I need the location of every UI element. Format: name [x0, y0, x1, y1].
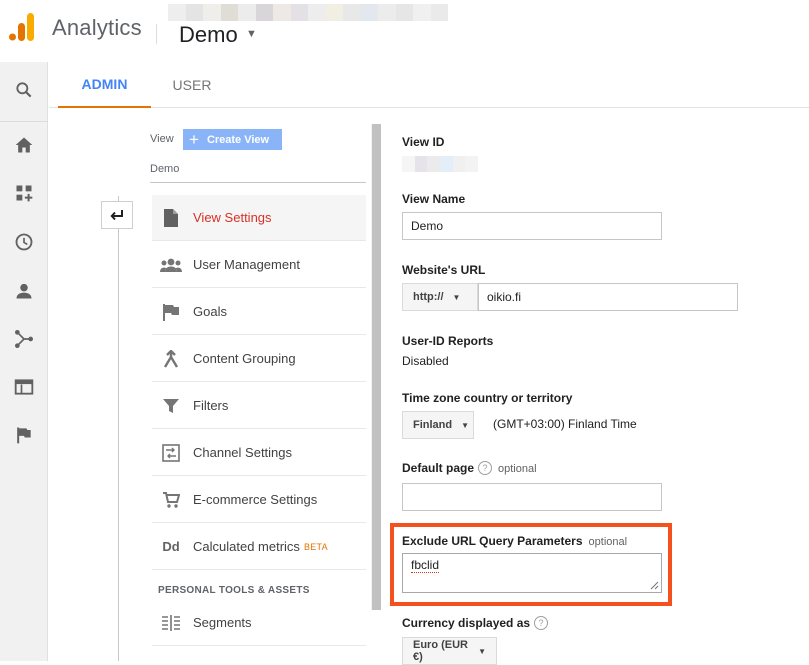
back-arrow-icon [110, 210, 123, 221]
tab-admin[interactable]: ADMIN [58, 62, 151, 108]
segments-icon [160, 612, 182, 634]
filter-icon [160, 395, 182, 417]
grouping-icon [160, 348, 182, 370]
protocol-dropdown[interactable]: http:// ▼ [402, 283, 478, 311]
optional-tag: optional [588, 536, 628, 548]
dd-icon: Dd [162, 539, 180, 554]
menu-item-label: View Settings [193, 210, 272, 225]
view-name-label: View Name [402, 192, 466, 206]
help-icon[interactable]: ? [534, 616, 549, 630]
timezone-country-dropdown[interactable]: Finland ▼ [402, 411, 474, 439]
view-name-input[interactable]: Demo [402, 212, 662, 240]
title-divider [156, 24, 157, 44]
menu-item-label: E-commerce Settings [193, 492, 318, 507]
menu-item-label: Goals [193, 304, 227, 319]
default-page-input[interactable] [402, 483, 662, 511]
beta-badge: BETA [303, 541, 328, 552]
channel-icon [160, 442, 182, 464]
redacted-view-id [402, 156, 479, 172]
resize-grip-icon[interactable] [649, 580, 659, 590]
menu-item-user-management[interactable]: User Management [152, 242, 366, 288]
menu-item-ecommerce-settings[interactable]: E-commerce Settings [152, 477, 366, 523]
menu-item-label: User Management [193, 257, 300, 272]
exclude-params-value: fbclid [411, 558, 440, 573]
caret-down-icon: ▼ [452, 292, 461, 302]
exclude-params-label: Exclude URL Query Parameters optional [402, 534, 627, 548]
user-id-reports-label: User-ID Reports [402, 334, 494, 348]
create-view-label: Create View [206, 133, 270, 146]
redacted-account-info [168, 4, 448, 21]
people-icon [160, 254, 182, 276]
menu-item-content-grouping[interactable]: Content Grouping [152, 336, 366, 382]
tree-connector-line [118, 196, 119, 661]
currency-label-text: Currency displayed as [402, 616, 531, 630]
acquisition-icon[interactable] [0, 317, 48, 361]
customization-icon[interactable] [0, 171, 48, 215]
menu-item-label: Segments [193, 615, 252, 630]
menu-item-view-settings[interactable]: View Settings [152, 195, 366, 241]
account-selector[interactable]: Demo [179, 22, 238, 48]
menu-item-calculated-metrics[interactable]: Dd Calculated metrics BETA [152, 524, 366, 570]
menu-item-goals[interactable]: Goals [152, 289, 366, 335]
optional-tag: optional [498, 463, 537, 475]
default-page-label: Default page? optional [402, 461, 537, 475]
website-url-input[interactable]: oikio.fi [478, 283, 738, 311]
clock-icon[interactable] [0, 220, 48, 264]
search-icon[interactable] [0, 68, 48, 112]
timezone-value[interactable]: (GMT+03:00) Finland Time [493, 417, 637, 431]
user-id-reports-value: Disabled [402, 354, 449, 368]
website-url-label: Website's URL [402, 263, 486, 277]
protocol-value: http:// [413, 291, 444, 303]
view-selector-underline [150, 182, 366, 183]
plus-icon: + [189, 130, 199, 149]
menu-item-channel-settings[interactable]: Channel Settings [152, 430, 366, 476]
view-selector[interactable]: Demo [150, 163, 179, 175]
behavior-icon[interactable] [0, 365, 48, 409]
home-icon[interactable] [0, 123, 48, 167]
menu-item-label: Filters [193, 398, 229, 413]
caret-down-icon: ▼ [478, 646, 486, 656]
flag-icon [160, 301, 182, 323]
menu-item-filters[interactable]: Filters [152, 383, 366, 429]
cart-icon [160, 489, 182, 511]
tab-user[interactable]: USER [152, 62, 232, 108]
product-name: Analytics [52, 15, 142, 40]
personal-tools-heading: PERSONAL TOOLS & ASSETS [158, 585, 310, 596]
left-rail [0, 62, 48, 661]
default-page-label-text: Default page [402, 461, 475, 475]
create-view-button[interactable]: + Create View [183, 129, 282, 150]
timezone-label: Time zone country or territory [402, 391, 573, 405]
menu-item-segments[interactable]: Segments [152, 600, 366, 646]
flag-icon[interactable] [0, 413, 48, 457]
menu-item-label: Content Grouping [193, 351, 296, 366]
view-label: View [150, 133, 174, 145]
back-button[interactable] [101, 201, 133, 229]
caret-down-icon: ▼ [461, 420, 470, 430]
document-icon [160, 207, 182, 229]
person-icon[interactable] [0, 269, 48, 313]
exclude-params-label-text: Exclude URL Query Parameters [402, 534, 583, 548]
menu-item-label: Calculated metrics [193, 539, 300, 554]
exclude-params-textarea[interactable]: fbclid [402, 553, 662, 593]
help-icon[interactable]: ? [478, 461, 493, 475]
view-id-label: View ID [402, 135, 445, 149]
caret-down-icon[interactable]: ▼ [246, 28, 257, 40]
currency-value: Euro (EUR €) [413, 639, 468, 663]
timezone-country-value: Finland [413, 419, 453, 431]
scrollbar-thumb[interactable] [372, 124, 381, 610]
menu-item-label: Channel Settings [193, 445, 293, 460]
currency-label: Currency displayed as? [402, 616, 549, 630]
analytics-logo-icon[interactable] [8, 12, 36, 42]
